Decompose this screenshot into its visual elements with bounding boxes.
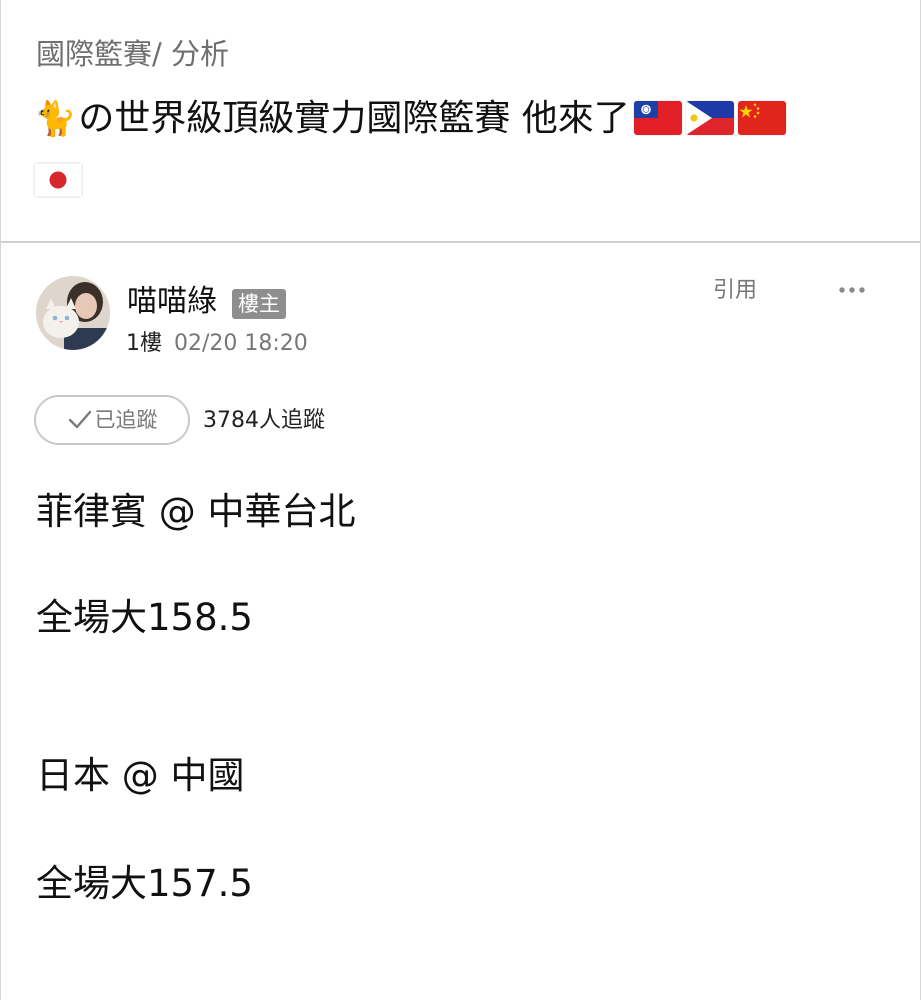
taiwan-flag-icon: [633, 101, 682, 135]
post-meta: 1樓 02/20 18:20: [126, 328, 308, 360]
author-avatar[interactable]: [36, 276, 110, 350]
check-icon: [67, 401, 93, 429]
content-line: 全場大157.5: [36, 862, 253, 905]
follow-button-label: 已追蹤: [94, 408, 158, 432]
content-line: 日本 @ 中國: [36, 754, 245, 797]
op-badge: 樓主: [232, 289, 286, 319]
quote-button[interactable]: 引用: [713, 275, 757, 307]
author-name[interactable]: 喵喵綠: [127, 282, 217, 322]
philippines-flag-icon: [685, 101, 734, 135]
japan-flag-icon: [34, 163, 82, 197]
thread-header: 國際籃賽/ 分析 🐈の世界級頂級實力國際籃賽 他來了: [1, 0, 920, 243]
china-flag-icon: [737, 101, 786, 135]
content-line: 菲律賓 @ 中華台北: [36, 490, 356, 533]
cat-emoji-icon: 🐈: [34, 99, 77, 139]
follow-button[interactable]: 已追蹤: [34, 395, 190, 445]
breadcrumb[interactable]: 國際籃賽/ 分析: [36, 34, 229, 74]
post-time: 02/20 18:20: [174, 331, 308, 356]
thread-title: 🐈の世界級頂級實力國際籃賽 他來了: [34, 88, 884, 212]
page: 國際籃賽/ 分析 🐈の世界級頂級實力國際籃賽 他來了 喵喵綠 樓主 1樓 02/…: [0, 0, 921, 1000]
thread-title-text: の世界級頂級實力國際籃賽 他來了: [78, 98, 630, 139]
content-line: 全場大158.5: [36, 596, 253, 639]
follow-count: 3784人追蹤: [203, 408, 325, 433]
more-dots-icon[interactable]: [837, 278, 871, 302]
floor-number: 1樓: [126, 331, 162, 356]
